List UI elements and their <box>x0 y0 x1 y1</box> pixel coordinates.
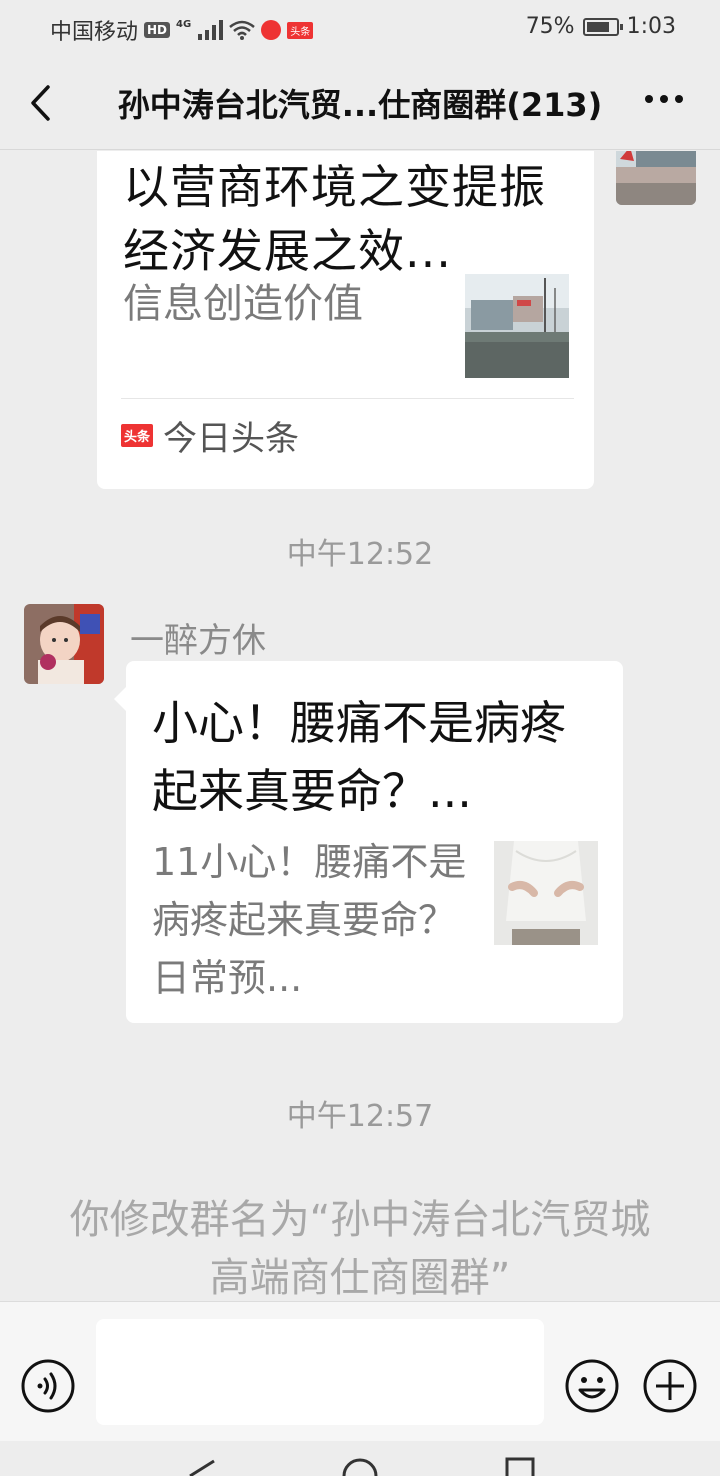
system-nav-bar <box>0 1441 720 1476</box>
link-card-description: 信息创造价值 <box>123 281 363 327</box>
link-card-source: 头条 今日头条 <box>121 411 299 460</box>
add-icon[interactable] <box>642 1358 698 1414</box>
status-left: 中国移动 HD 4G 头条 <box>50 14 314 46</box>
status-bar: 中国移动 HD 4G 头条 75% 1:03 <box>0 0 720 56</box>
message-input[interactable] <box>96 1319 544 1425</box>
source-label: 今日头条 <box>163 419 300 459</box>
link-card-description: 11小心！腰痛不是病疼起来真要命？日常预... <box>152 840 467 1000</box>
link-card-thumbnail <box>465 274 569 378</box>
signal-icon <box>198 20 224 40</box>
voice-icon[interactable] <box>20 1358 76 1414</box>
status-right: 75% 1:03 <box>526 14 676 39</box>
card-divider <box>121 398 574 399</box>
nav-recents-icon[interactable] <box>505 1455 535 1476</box>
battery-percent: 75% <box>525 14 575 39</box>
clock: 1:03 <box>626 14 676 39</box>
hd-badge: HD <box>144 22 171 38</box>
chat-title: 孙中涛台北汽贸...仕商圈群(213) <box>117 86 603 124</box>
sender-name: 一醉方休 <box>130 621 266 661</box>
toutiao-notification-icon: 头条 <box>287 21 314 39</box>
toutiao-icon: 头条 <box>121 424 154 447</box>
timestamp: 中午12:52 <box>286 537 434 572</box>
nav-home-icon[interactable] <box>342 1455 378 1476</box>
chat-header: 孙中涛台北汽贸...仕商圈群(213) <box>0 56 720 150</box>
link-card-title: 以营商环境之变提振经济发展之效... <box>123 160 546 278</box>
timestamp: 中午12:57 <box>286 1099 434 1134</box>
more-dots-icon[interactable] <box>644 94 684 104</box>
battery-icon <box>582 17 623 36</box>
chat-messages[interactable]: 以营商环境之变提振经济发展之效... 信息创造价值 头条 今日头条 中午12:5… <box>0 151 720 1301</box>
input-bar <box>0 1301 720 1441</box>
link-card-thumbnail <box>494 841 598 945</box>
system-message: 你修改群名为“孙中涛台北汽贸城高端商仕商圈群” <box>69 1197 651 1301</box>
link-card-title: 小心！腰痛不是病疼起来真要命？... <box>152 696 566 818</box>
nav-back-icon[interactable] <box>186 1455 216 1476</box>
own-avatar[interactable] <box>616 151 696 205</box>
emoji-icon[interactable] <box>564 1358 620 1414</box>
back-arrow-icon[interactable] <box>28 84 52 122</box>
wifi-icon <box>229 20 256 40</box>
network-label: 4G <box>176 18 192 30</box>
carrier-label: 中国移动 <box>50 20 139 45</box>
link-card[interactable]: 以营商环境之变提振经济发展之效... 信息创造价值 头条 今日头条 <box>97 151 594 489</box>
sender-avatar[interactable] <box>24 604 104 684</box>
link-card[interactable]: 小心！腰痛不是病疼起来真要命？... 11小心！腰痛不是病疼起来真要命？日常预.… <box>114 661 623 1023</box>
app-notification-icon <box>261 20 282 40</box>
